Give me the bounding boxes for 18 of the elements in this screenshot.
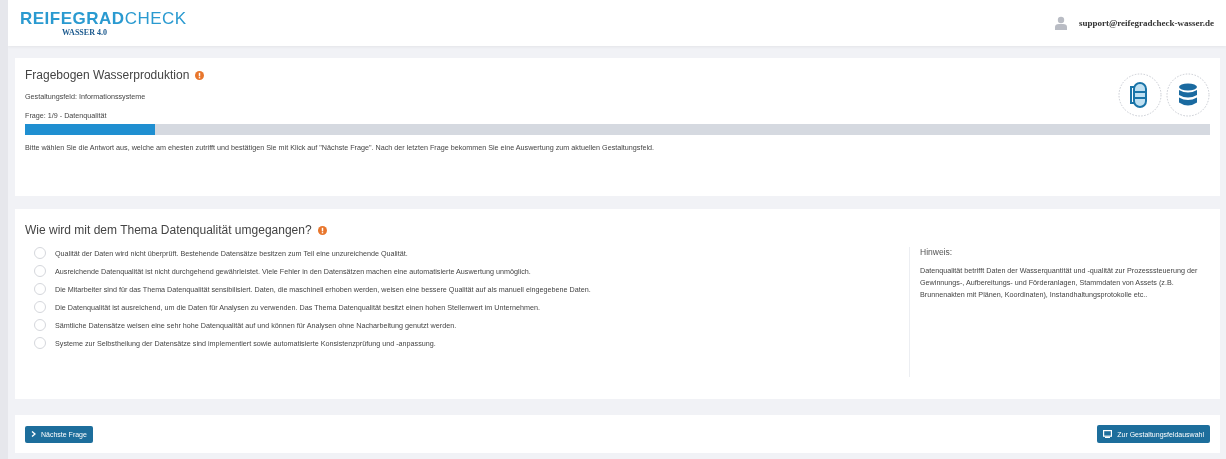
logo-text: REIFEGRADCHECK [20, 9, 187, 29]
database-icon [1166, 73, 1210, 117]
monitor-icon [1103, 430, 1113, 438]
info-icon[interactable] [317, 225, 327, 235]
radio-button[interactable] [34, 319, 46, 331]
radio-button[interactable] [34, 337, 46, 349]
user-email[interactable]: support@reifegradcheck-wasser.de [1078, 18, 1214, 28]
questionnaire-title: Fragebogen Wasserproduktion [25, 68, 190, 82]
radio-button[interactable] [34, 283, 46, 295]
chevron-right-icon [31, 431, 36, 437]
hint-title: Hinweis: [920, 247, 954, 257]
info-icon[interactable] [195, 70, 205, 80]
radio-button[interactable] [34, 301, 46, 313]
radio-button[interactable] [34, 247, 46, 259]
logo-subtitle: WASSER 4.0 [62, 28, 108, 37]
radio-button[interactable] [34, 265, 46, 277]
user-icon [1054, 16, 1067, 30]
question-title: Wie wird mit dem Thema Datenqualität umgegangen? [25, 223, 312, 237]
